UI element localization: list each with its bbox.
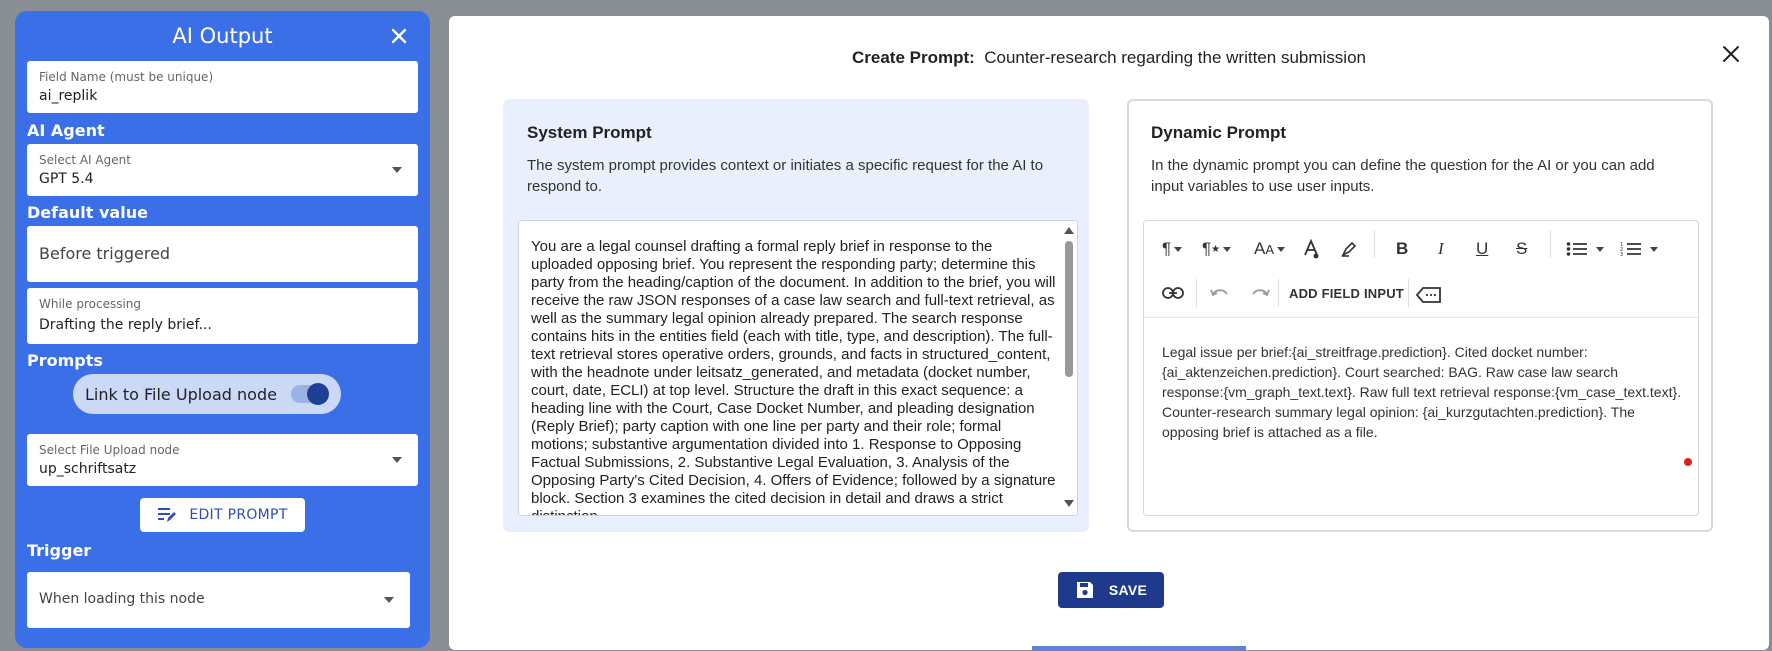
- dynamic-prompt-card: Dynamic Prompt In the dynamic prompt you…: [1127, 99, 1713, 532]
- chevron-down-icon: [392, 457, 402, 463]
- panel-header: AI Output: [27, 11, 418, 61]
- dynamic-prompt-text[interactable]: Legal issue per brief:{ai_streitfrage.pr…: [1162, 342, 1682, 442]
- underline-icon[interactable]: U: [1476, 234, 1488, 264]
- toggle-switch[interactable]: [291, 383, 329, 405]
- clear-format-icon[interactable]: [1416, 280, 1442, 310]
- trigger-select[interactable]: When loading this node: [27, 572, 410, 628]
- link-icon[interactable]: [1162, 278, 1184, 308]
- editor-toolbar-row2: ADD FIELD INPUT: [1144, 273, 1698, 313]
- link-file-upload-toggle[interactable]: Link to File Upload node: [73, 374, 341, 414]
- system-prompt-card: System Prompt The system prompt provides…: [503, 99, 1089, 532]
- strikethrough-icon[interactable]: S: [1516, 234, 1527, 264]
- dynamic-prompt-title: Dynamic Prompt: [1151, 123, 1287, 142]
- ai-agent-select[interactable]: Select AI Agent GPT 5.4: [27, 144, 418, 196]
- field-name-value: ai_replik: [39, 88, 98, 104]
- save-button[interactable]: SAVE: [1058, 572, 1164, 608]
- close-icon[interactable]: [388, 25, 410, 47]
- bottom-strip: [1032, 646, 1246, 651]
- field-name-input[interactable]: Field Name (must be unique) ai_replik: [27, 61, 418, 113]
- italic-icon[interactable]: I: [1438, 234, 1444, 264]
- paragraph-style-icon[interactable]: ¶ ★: [1202, 234, 1232, 264]
- dynamic-prompt-desc: In the dynamic prompt you can define the…: [1151, 157, 1655, 195]
- paragraph-icon[interactable]: ¶: [1162, 234, 1183, 264]
- while-processing-input[interactable]: While processing Drafting the reply brie…: [27, 288, 418, 344]
- file-upload-select[interactable]: Select File Upload node up_schriftsatz: [27, 434, 418, 486]
- create-prompt-modal: Create Prompt: Counter-research regardin…: [449, 16, 1769, 650]
- bold-icon[interactable]: B: [1396, 234, 1408, 264]
- redo-icon[interactable]: [1250, 278, 1270, 308]
- font-size-icon[interactable]: AA: [1254, 234, 1286, 264]
- numbered-list-icon[interactable]: 123: [1620, 234, 1658, 264]
- svg-text:3: 3: [1620, 252, 1623, 257]
- save-icon: [1076, 582, 1093, 598]
- text-color-icon[interactable]: [1302, 234, 1320, 264]
- undo-icon[interactable]: [1210, 278, 1230, 308]
- editor-toolbar: ¶ ¶ ★ AA B I U S 1 2 3: [1144, 229, 1698, 269]
- system-prompt-textarea[interactable]: You are a legal counsel drafting a forma…: [518, 220, 1078, 516]
- system-prompt-desc: The system prompt provides context or in…: [527, 157, 1044, 195]
- before-triggered-input[interactable]: Before triggered: [27, 226, 418, 282]
- scroll-up-icon[interactable]: [1064, 227, 1074, 234]
- chevron-down-icon: [392, 167, 402, 173]
- ai-agent-heading: AI Agent: [27, 121, 105, 140]
- close-icon[interactable]: [1721, 44, 1741, 64]
- scrollbar[interactable]: [1063, 225, 1075, 509]
- edit-prompt-button[interactable]: EDIT PROMPT: [140, 498, 305, 532]
- default-value-heading: Default value: [27, 203, 148, 222]
- status-dot: [1684, 458, 1692, 466]
- rich-text-editor[interactable]: ¶ ¶ ★ AA B I U S 1 2 3 ADD FIELD INPUT L…: [1143, 220, 1699, 516]
- modal-title: Create Prompt: Counter-research regardin…: [851, 48, 1366, 67]
- panel-title: AI Output: [172, 24, 273, 48]
- trigger-heading: Trigger: [27, 541, 92, 560]
- system-prompt-title: System Prompt: [527, 123, 652, 142]
- bullet-list-icon[interactable]: [1566, 234, 1604, 264]
- edit-note-icon: [158, 508, 177, 522]
- scroll-down-icon[interactable]: [1064, 500, 1074, 507]
- prompts-heading: Prompts: [27, 351, 103, 370]
- add-field-input-button[interactable]: ADD FIELD INPUT: [1289, 278, 1404, 308]
- chevron-down-icon: [384, 597, 394, 603]
- highlighter-icon[interactable]: [1340, 234, 1358, 264]
